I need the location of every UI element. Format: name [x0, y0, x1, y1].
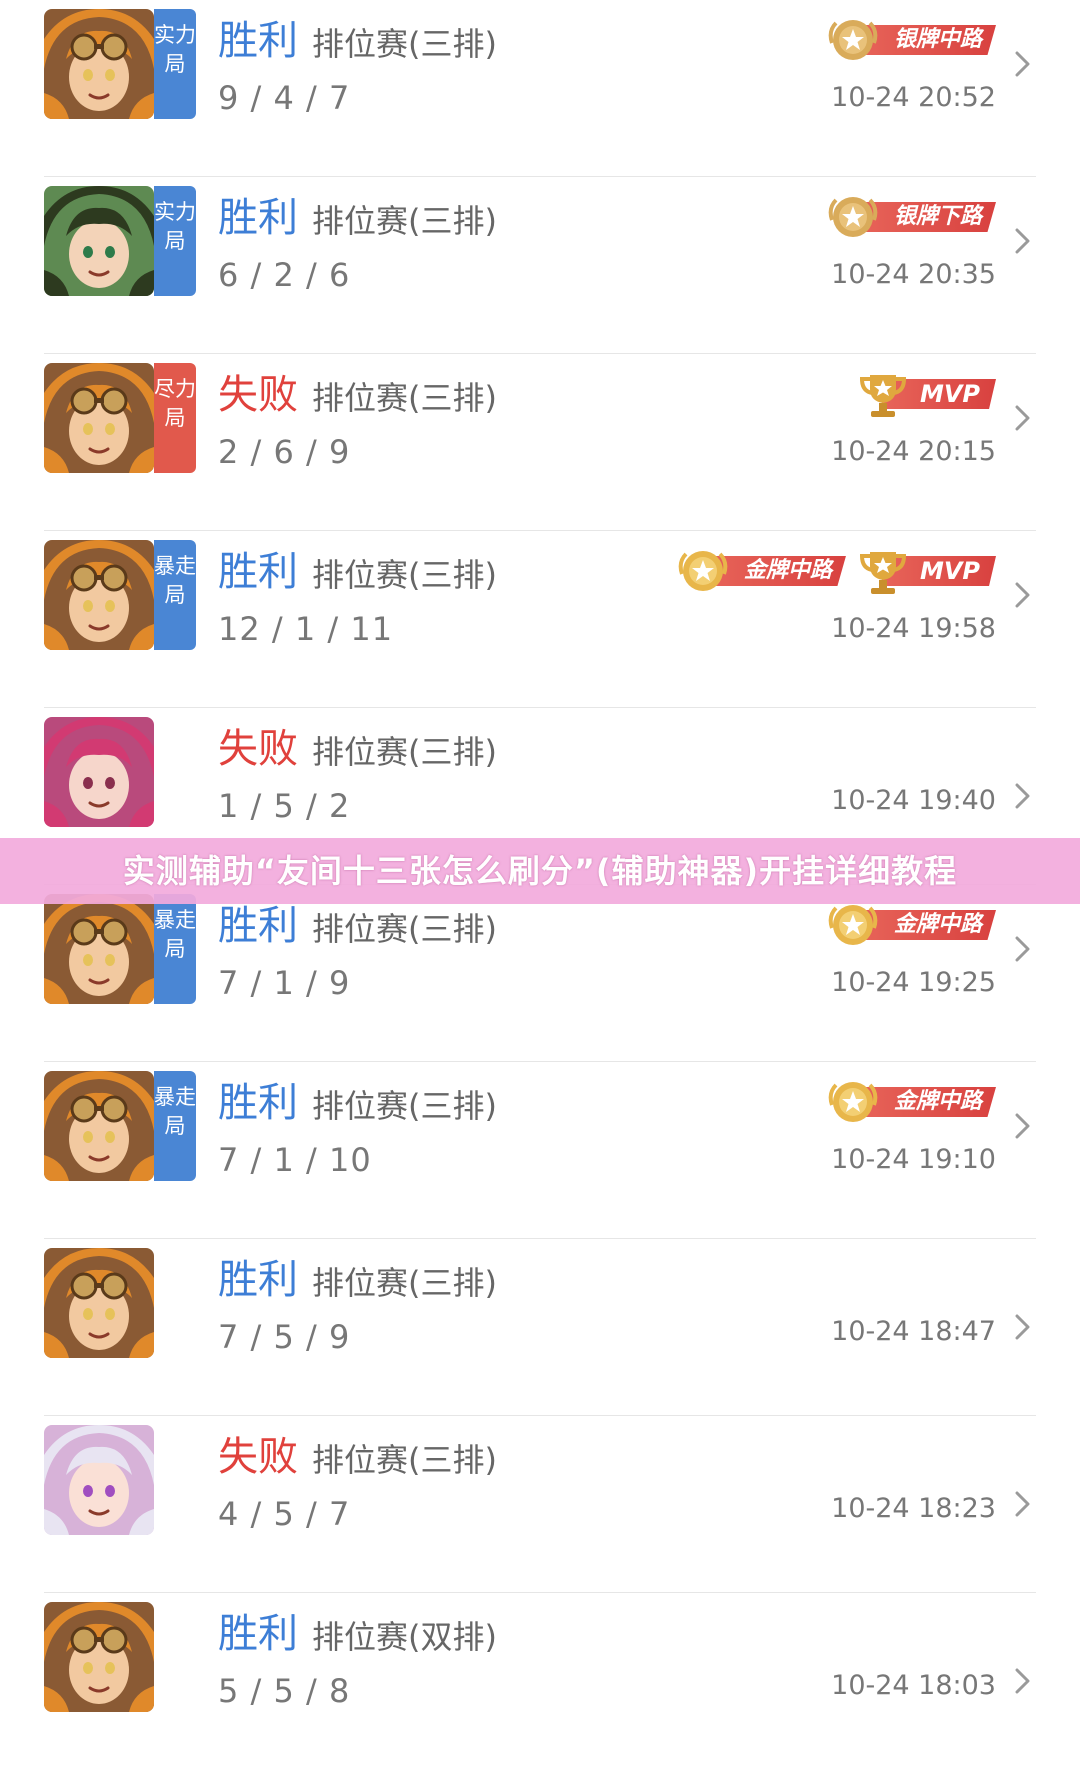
chevron-right-icon[interactable] [1012, 580, 1034, 610]
match-row[interactable]: 实力局 胜利 排位赛(三排) 6 / 2 / 6 银牌下路 10-24 20:3… [0, 177, 1080, 354]
match-mode: 排位赛(三排) [312, 1087, 497, 1125]
badge-group: 金牌中路 [826, 1074, 996, 1130]
kda-score: 4 / 5 / 7 [218, 1495, 351, 1533]
badge-group: 金牌中路 MVP [676, 543, 996, 599]
performance-tag: 暴走局 [154, 1071, 196, 1181]
kda-score: 2 / 6 / 9 [218, 433, 351, 471]
chevron-right-icon[interactable] [1012, 1312, 1034, 1342]
mvp-trophy-icon [859, 375, 906, 417]
kda-score: 6 / 2 / 6 [218, 256, 351, 294]
chevron-right-icon[interactable] [1012, 1111, 1034, 1141]
match-mode: 排位赛(双排) [312, 1618, 497, 1656]
chevron-right-icon[interactable] [1012, 781, 1034, 811]
lane-medal-badge: 金牌中路 [676, 544, 846, 598]
performance-tag: 尽力局 [154, 363, 196, 473]
match-row[interactable]: 胜利 排位赛(双排) 5 / 5 / 8 10-24 18:03 [0, 1593, 1080, 1770]
hero-avatar-silver-hair-hero [44, 1425, 154, 1535]
lane-medal-badge: 金牌中路 [826, 898, 996, 952]
mvp-trophy-icon [859, 552, 906, 594]
match-time: 10-24 20:35 [831, 259, 996, 290]
hero-avatar-goggle-girl [44, 894, 154, 1004]
match-row[interactable]: 暴走局 胜利 排位赛(三排) 7 / 1 / 10 金牌中路 10-24 19:… [0, 1062, 1080, 1239]
performance-tag: 暴走局 [154, 540, 196, 650]
medal-icon [678, 551, 728, 591]
lane-medal-badge: 金牌中路 [826, 1075, 996, 1129]
hero-avatar-goggle-girl [44, 1248, 154, 1358]
chevron-right-icon[interactable] [1012, 49, 1034, 79]
match-mode: 排位赛(三排) [312, 25, 497, 63]
hero-avatar-goggle-girl [44, 540, 154, 650]
match-time: 10-24 18:03 [831, 1670, 996, 1701]
hero-avatar-green-hair-hero [44, 186, 154, 296]
kda-score: 12 / 1 / 11 [218, 610, 394, 648]
performance-tag: 实力局 [154, 186, 196, 296]
hero-avatar-goggle-girl [44, 1602, 154, 1712]
match-mode: 排位赛(三排) [312, 202, 497, 240]
match-time: 10-24 20:52 [831, 82, 996, 113]
match-time: 10-24 19:58 [831, 613, 996, 644]
match-time: 10-24 18:23 [831, 1493, 996, 1524]
match-time: 10-24 19:25 [831, 967, 996, 998]
badge-group: MVP [856, 366, 996, 422]
match-result: 胜利 [218, 1611, 298, 1657]
medal-icon [828, 905, 878, 945]
match-result: 胜利 [218, 549, 298, 595]
match-time: 10-24 20:15 [831, 436, 996, 467]
badge-group: 银牌下路 [826, 189, 996, 245]
badge-group: 银牌中路 [826, 12, 996, 68]
match-result: 胜利 [218, 195, 298, 241]
overlay-banner: 实测辅助“友间十三张怎么刷分”(辅助神器)开挂详细教程 [0, 838, 1080, 904]
match-mode: 排位赛(三排) [312, 733, 497, 771]
match-row[interactable]: 胜利 排位赛(三排) 7 / 5 / 9 10-24 18:47 [0, 1239, 1080, 1416]
match-time: 10-24 18:47 [831, 1316, 996, 1347]
lane-medal-badge: 银牌中路 [826, 13, 996, 67]
mvp-badge: MVP [856, 367, 996, 421]
match-row[interactable]: 失败 排位赛(三排) 4 / 5 / 7 10-24 18:23 [0, 1416, 1080, 1593]
chevron-right-icon[interactable] [1012, 934, 1034, 964]
medal-icon [828, 20, 878, 60]
match-row[interactable]: 暴走局 胜利 排位赛(三排) 12 / 1 / 11 金牌中路 MVP 10-2… [0, 531, 1080, 708]
kda-score: 1 / 5 / 2 [218, 787, 351, 825]
match-mode: 排位赛(三排) [312, 1264, 497, 1302]
kda-score: 7 / 1 / 9 [218, 964, 351, 1002]
performance-tag: 暴走局 [154, 894, 196, 1004]
match-result: 胜利 [218, 1080, 298, 1126]
match-mode: 排位赛(三排) [312, 1441, 497, 1479]
kda-score: 9 / 4 / 7 [218, 79, 351, 117]
match-row[interactable]: 尽力局 失败 排位赛(三排) 2 / 6 / 9 MVP 10-24 20:15 [0, 354, 1080, 531]
match-result: 失败 [218, 1434, 298, 1480]
hero-avatar-goggle-girl [44, 363, 154, 473]
chevron-right-icon[interactable] [1012, 1489, 1034, 1519]
match-result: 胜利 [218, 1257, 298, 1303]
hero-avatar-pink-hair-hero [44, 717, 154, 827]
kda-score: 7 / 5 / 9 [218, 1318, 351, 1356]
mvp-badge: MVP [856, 544, 996, 598]
chevron-right-icon[interactable] [1012, 403, 1034, 433]
hero-avatar-goggle-girl [44, 1071, 154, 1181]
match-time: 10-24 19:40 [831, 785, 996, 816]
medal-icon [828, 197, 878, 237]
chevron-right-icon[interactable] [1012, 226, 1034, 256]
match-mode: 排位赛(三排) [312, 910, 497, 948]
match-result: 胜利 [218, 18, 298, 64]
match-mode: 排位赛(三排) [312, 556, 497, 594]
badge-group: 金牌中路 [826, 897, 996, 953]
match-result: 失败 [218, 372, 298, 418]
kda-score: 7 / 1 / 10 [218, 1141, 372, 1179]
match-row[interactable]: 暴走局 胜利 排位赛(三排) 7 / 1 / 9 金牌中路 10-24 19:2… [0, 885, 1080, 1062]
lane-medal-badge: 银牌下路 [826, 190, 996, 244]
performance-tag: 实力局 [154, 9, 196, 119]
match-row[interactable]: 实力局 胜利 排位赛(三排) 9 / 4 / 7 银牌中路 10-24 20:5… [0, 0, 1080, 177]
match-result: 失败 [218, 726, 298, 772]
match-result: 胜利 [218, 903, 298, 949]
medal-icon [828, 1082, 878, 1122]
match-mode: 排位赛(三排) [312, 379, 497, 417]
kda-score: 5 / 5 / 8 [218, 1672, 351, 1710]
chevron-right-icon[interactable] [1012, 1666, 1034, 1696]
match-time: 10-24 19:10 [831, 1144, 996, 1175]
hero-avatar-goggle-girl [44, 9, 154, 119]
